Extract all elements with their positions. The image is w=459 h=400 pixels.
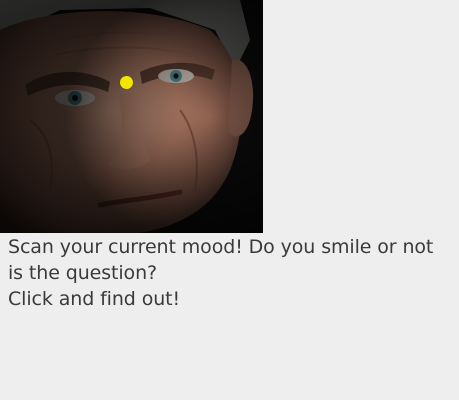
tracking-dot-marker <box>120 76 133 89</box>
face-image <box>0 0 263 233</box>
face-photo[interactable] <box>0 0 263 233</box>
message-line-3: Click and find out! <box>8 288 181 310</box>
message-line-2: is the question? <box>8 262 158 284</box>
mood-prompt-text: Scan your current mood! Do you smile or … <box>8 234 456 312</box>
message-line-1: Scan your current mood! Do you smile or … <box>8 236 434 258</box>
